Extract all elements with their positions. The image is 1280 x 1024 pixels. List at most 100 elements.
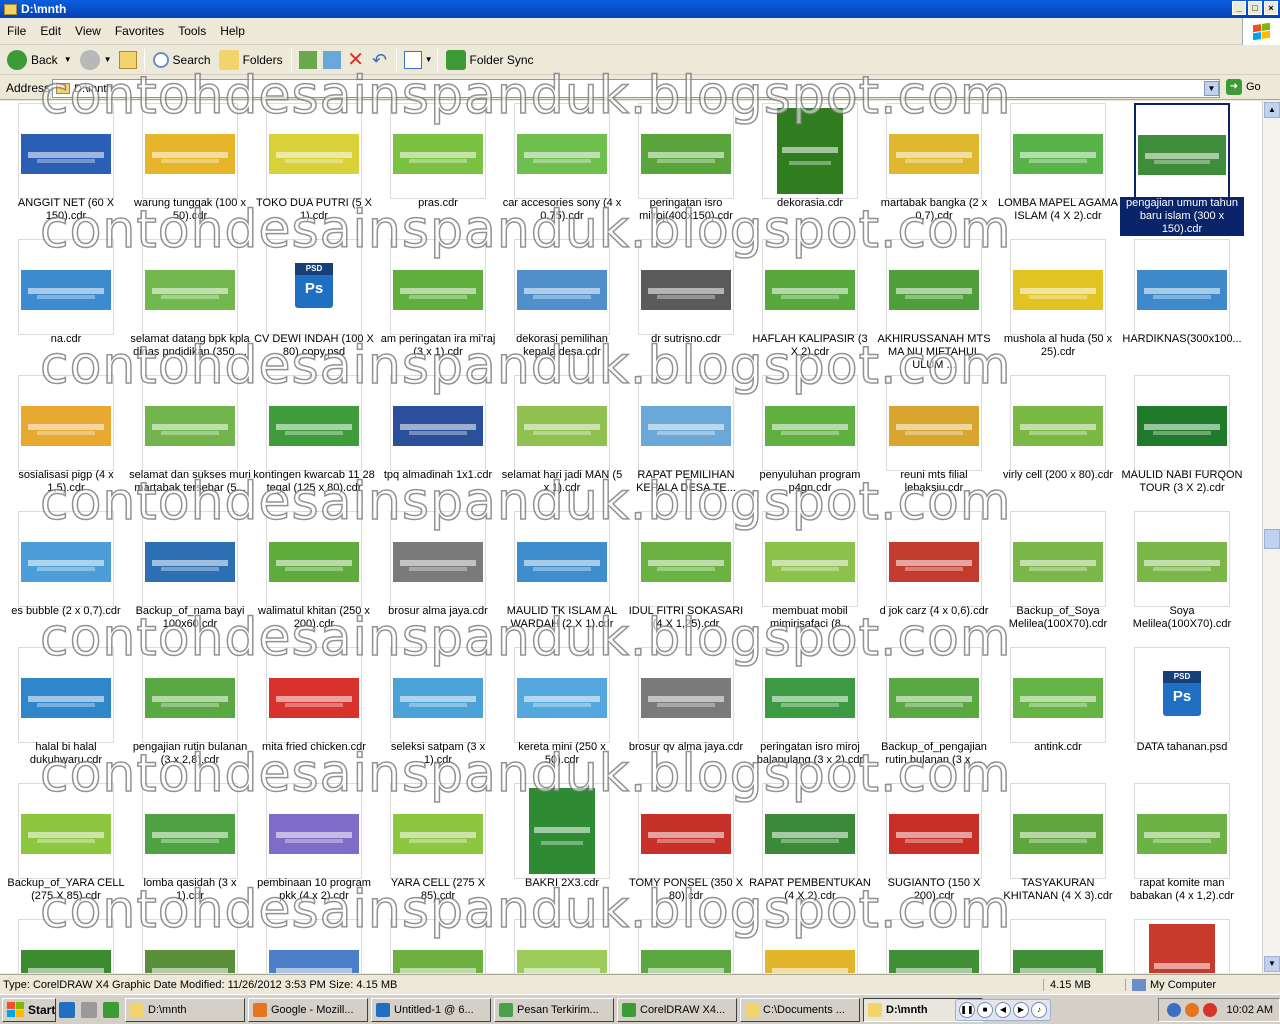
file-item[interactable]: pengajian umum tahun baru islam (300 x 1… [1120,101,1244,237]
volume-icon[interactable]: ♪ [1031,1002,1047,1018]
file-item[interactable]: rapat komite man babakan (4 x 1,2).cdr [1120,781,1244,917]
file-item[interactable]: Backup_of_YARA CELL (275 X 85).cdr [4,781,128,917]
file-item[interactable]: Ps CV DEWI INDAH (100 X 80) copy.psd [252,237,376,373]
file-item[interactable]: Ps DATA tahanan.psd [1120,645,1244,781]
file-item[interactable]: martabak bangka (2 x 0,7).cdr [872,101,996,237]
taskbar-button[interactable]: Pesan Terkirim... [494,997,614,1022]
photoshop-quicklaunch-icon[interactable] [59,1001,75,1018]
file-item[interactable]: mushola al huda (50 x 25).cdr [996,237,1120,373]
forward-button[interactable]: ▼ [76,48,116,72]
file-item[interactable]: LOMBA MAPEL AGAMA ISLAM (4 X 2).cdr [996,101,1120,237]
file-item[interactable]: dekorasia.cdr [748,101,872,237]
file-item[interactable]: na.cdr [4,237,128,373]
file-item[interactable]: IDUL FITRI SOKASARI (4 X 1,25).cdr [624,509,748,645]
file-item[interactable]: Backup_of_nama bayi 100x60.cdr [128,509,252,645]
file-item[interactable]: pras.cdr [376,101,500,237]
scroll-down-icon[interactable]: ▼ [1264,956,1280,972]
file-item[interactable]: peringatan isro mi'roj(400x150).cdr [624,101,748,237]
file-item[interactable]: HAFLAH KALIPASIR (3 X 2).cdr [748,237,872,373]
menu-file[interactable]: File [0,24,33,38]
file-item[interactable]: penyuluhan program p4gn.cdr [748,373,872,509]
network-icon[interactable] [1166,1003,1181,1017]
file-item[interactable]: virly cell (200 x 80).cdr [996,373,1120,509]
file-item[interactable]: MAULID NABI FURQON TOUR (3 X 2).cdr [1120,373,1244,509]
file-item[interactable]: TOKO DUA PUTRI (5 X 1).cdr [252,101,376,237]
file-item[interactable] [748,917,872,973]
file-item[interactable]: antink.cdr [996,645,1120,781]
chevron-down-icon[interactable]: ▼ [425,55,433,64]
minimize-button[interactable]: _ [1232,1,1246,15]
scroll-thumb[interactable] [1264,529,1280,549]
file-item[interactable]: kontingen kwarcab 11 28 tegal (125 x 80)… [252,373,376,509]
file-item[interactable]: MAULID TK ISLAM AL WARDAH (2 X 1).cdr [500,509,624,645]
folders-button[interactable]: Folders [215,48,287,72]
file-item[interactable]: Soya Melilea(100X70).cdr [1120,509,1244,645]
taskbar-button[interactable]: Untitled-1 @ 6... [371,997,491,1022]
file-item[interactable] [872,917,996,973]
file-item[interactable]: es bubble (2 x 0,7).cdr [4,509,128,645]
file-item[interactable]: YARA CELL (275 X 85).cdr [376,781,500,917]
file-item[interactable]: Backup_of_Soya Melilea(100X70).cdr [996,509,1120,645]
file-item[interactable]: AKHIRUSSANAH MTS MA NU MIFTAHUL ULUM ... [872,237,996,373]
file-item[interactable]: selamat dan sukses muri martabak terseba… [128,373,252,509]
file-item[interactable]: kereta mini (250 x 50).cdr [500,645,624,781]
menu-favorites[interactable]: Favorites [108,24,171,38]
file-item[interactable]: halal bi halal dukuhwaru.cdr [4,645,128,781]
file-item[interactable]: lomba qasidah (3 x 1).cdr [128,781,252,917]
taskbar-button[interactable]: CorelDRAW X4... [617,997,737,1022]
file-item[interactable]: mita fried chicken.cdr [252,645,376,781]
file-item[interactable]: Backup_of_pengajian rutin bulanan (3 x .… [872,645,996,781]
menu-edit[interactable]: Edit [33,24,68,38]
folder-sync-button[interactable]: Folder Sync [442,48,538,72]
menu-tools[interactable]: Tools [171,24,213,38]
file-item[interactable] [500,917,624,973]
file-item[interactable]: pembinaan 10 program pkk (4 x 2).cdr [252,781,376,917]
antivirus-icon[interactable] [1202,1003,1217,1017]
taskbar-button[interactable]: C:\Documents ... [740,997,860,1022]
file-item[interactable]: tpq almadinah 1x1.cdr [376,373,500,509]
file-item[interactable] [996,917,1120,973]
taskbar-button[interactable]: Google - Mozill... [248,997,368,1022]
delete-icon[interactable]: ✕ [347,50,365,70]
file-item[interactable]: selamat hari jadi MAN (5 x 1).cdr [500,373,624,509]
file-item[interactable]: dekorasi pemilihan kepala desa.cdr [500,237,624,373]
file-item[interactable]: selamat datang bpk kpla dinas pndidikan … [128,237,252,373]
file-item[interactable]: seleksi satpam (3 x 1).cdr [376,645,500,781]
file-item[interactable]: HARDIKNAS(300x100... [1120,237,1244,373]
file-item[interactable]: RAPAT PEMBENTUKAN (4 X 2).cdr [748,781,872,917]
address-input[interactable]: D:\mnth ▼ [52,79,1220,98]
file-item[interactable] [128,917,252,973]
copy-to-icon[interactable] [322,50,341,69]
close-button[interactable]: × [1264,1,1278,15]
chevron-down-icon[interactable]: ▼ [64,55,72,64]
taskbar-button[interactable]: D:\mnth [125,997,245,1022]
file-item[interactable]: am peringatan ira mi'raj (3 x 1).cdr [376,237,500,373]
scroll-up-icon[interactable]: ▲ [1264,102,1280,118]
chevron-down-icon[interactable]: ▼ [1204,81,1219,96]
start-button[interactable]: Start [2,997,56,1022]
menu-help[interactable]: Help [213,24,252,38]
file-item[interactable] [376,917,500,973]
file-item[interactable]: RAPAT PEMILIHAN KEPALA DESA TE... [624,373,748,509]
file-item[interactable]: reuni mts filial lebaksiu.cdr [872,373,996,509]
corel-quicklaunch-icon[interactable] [103,1001,119,1018]
file-item[interactable]: brosur alma jaya.cdr [376,509,500,645]
next-icon[interactable]: ▶ [1013,1002,1029,1018]
file-list[interactable]: ANGGIT NET (60 X 150).cdr warung tunggak … [0,101,1262,973]
up-folder-icon[interactable] [118,50,137,69]
file-item[interactable]: d jok carz (4 x 0,6).cdr [872,509,996,645]
file-item[interactable]: ANGGIT NET (60 X 150).cdr [4,101,128,237]
go-button[interactable]: ➜ Go [1226,79,1261,95]
file-item[interactable]: walimatul khitan (250 x 200).cdr [252,509,376,645]
undo-icon[interactable]: ↶ [371,51,389,69]
tray-app-icon[interactable] [1184,1003,1199,1017]
file-item[interactable]: pengajian rutin bulanan (3 x 2,8).cdr [128,645,252,781]
back-button[interactable]: Back ▼ [3,48,76,72]
chevron-down-icon[interactable]: ▼ [104,55,112,64]
file-item[interactable] [252,917,376,973]
file-item[interactable]: BAKRI 2X3.cdr [500,781,624,917]
file-item[interactable]: SUGIANTO (150 X 200).cdr [872,781,996,917]
menu-view[interactable]: View [68,24,108,38]
search-button[interactable]: Search [149,48,215,72]
move-to-icon[interactable] [298,50,317,69]
